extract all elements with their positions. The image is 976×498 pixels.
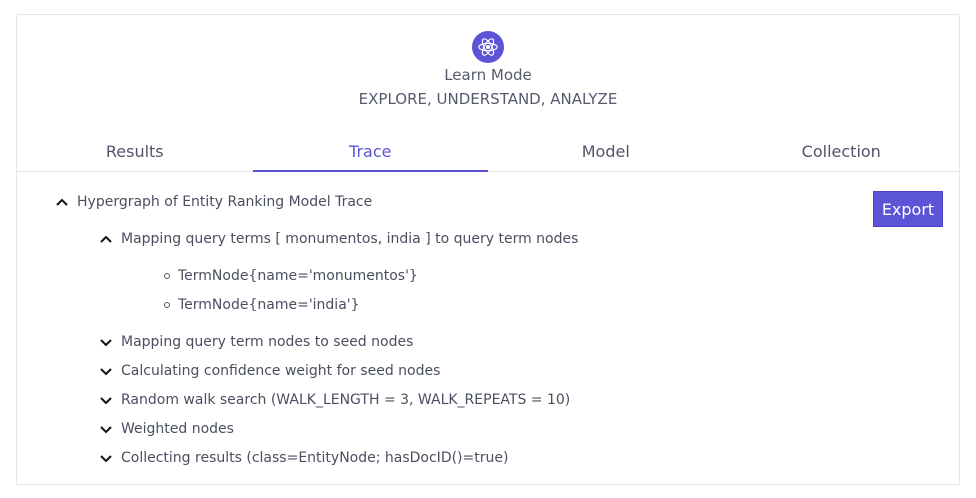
trace-step-label: Mapping query terms [ monumentos, india … [121, 231, 579, 247]
trace-step-label: Collecting results (class=EntityNode; ha… [121, 450, 509, 466]
chevron-down-icon [100, 397, 112, 405]
chevron-up-icon [100, 235, 112, 243]
trace-step-item[interactable]: Mapping query terms [ monumentos, india … [99, 231, 578, 247]
tab-results[interactable]: Results [17, 139, 253, 171]
learn-mode-card: Learn Mode EXPLORE, UNDERSTAND, ANALYZE … [16, 14, 960, 485]
trace-root-item[interactable]: Hypergraph of Entity Ranking Model Trace [55, 194, 372, 210]
trace-step-label: Random walk search (WALK_LENGTH = 3, WAL… [121, 392, 571, 408]
trace-step-label: Calculating confidence weight for seed n… [121, 363, 441, 379]
trace-step-item[interactable]: Random walk search (WALK_LENGTH = 3, WAL… [99, 392, 570, 408]
chevron-down-icon [100, 339, 112, 347]
chevron-up-icon [56, 198, 68, 206]
export-button[interactable]: Export [873, 191, 943, 227]
atom-icon [472, 31, 504, 63]
term-node-label: TermNode{name='india'} [178, 297, 360, 313]
trace-step-item[interactable]: Collecting results (class=EntityNode; ha… [99, 450, 508, 466]
tab-trace[interactable]: Trace [252, 139, 489, 172]
term-node-label: TermNode{name='monumentos'} [178, 268, 418, 284]
term-node-item: TermNode{name='monumentos'} [164, 268, 418, 284]
tab-collection[interactable]: Collection [724, 139, 960, 171]
chevron-down-icon [100, 455, 112, 463]
circle-bullet-icon [164, 273, 170, 279]
chevron-down-icon [100, 426, 112, 434]
chevron-down-icon [100, 368, 112, 376]
trace-step-item[interactable]: Mapping query term nodes to seed nodes [99, 334, 413, 350]
trace-step-item[interactable]: Calculating confidence weight for seed n… [99, 363, 440, 379]
circle-bullet-icon [164, 302, 170, 308]
trace-root-label: Hypergraph of Entity Ranking Model Trace [77, 194, 373, 210]
trace-step-item[interactable]: Weighted nodes [99, 421, 234, 437]
trace-step-label: Weighted nodes [121, 421, 234, 437]
trace-step-label: Mapping query term nodes to seed nodes [121, 334, 414, 350]
tab-model[interactable]: Model [488, 139, 724, 171]
tab-bar: Results Trace Model Collection [17, 139, 959, 172]
page-subtitle: EXPLORE, UNDERSTAND, ANALYZE [358, 90, 618, 108]
page-title: Learn Mode [444, 66, 532, 84]
term-node-item: TermNode{name='india'} [164, 297, 360, 313]
